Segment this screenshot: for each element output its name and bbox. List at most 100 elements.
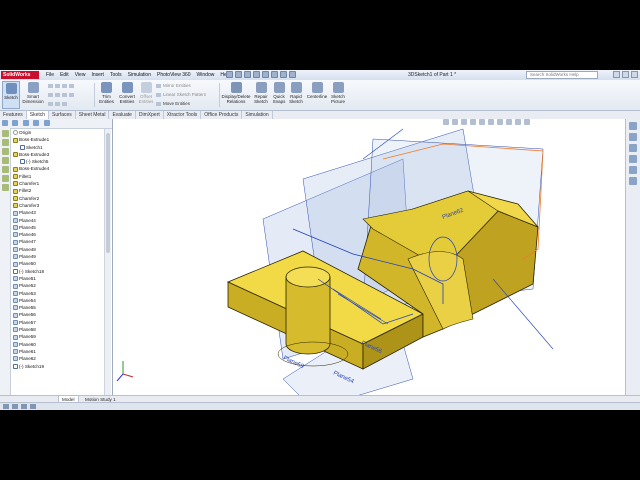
- menu-file[interactable]: File: [46, 70, 54, 80]
- app-logo[interactable]: SolidWorks: [1, 71, 39, 79]
- tree-item[interactable]: (-) Sketch5: [12, 158, 104, 165]
- tree-item[interactable]: Plane62: [12, 355, 104, 362]
- select-icon[interactable]: [271, 71, 278, 78]
- tree-item[interactable]: Boss-Extrude4: [12, 165, 104, 172]
- circle-tool-icon[interactable]: [1, 148, 9, 155]
- edit-appearance-icon[interactable]: [506, 119, 512, 125]
- tree-item[interactable]: Plane53: [12, 290, 104, 297]
- linear-pattern-button[interactable]: Linear Sketch Pattern: [156, 92, 206, 97]
- tree-item[interactable]: Fillet1: [12, 173, 104, 180]
- tree-item[interactable]: Plane49: [12, 253, 104, 260]
- maximize-icon[interactable]: [622, 71, 629, 78]
- tree-item[interactable]: (-) Sketch19: [12, 363, 104, 370]
- graphics-area[interactable]: Plane62 Plane59 Plane54 Plane56: [113, 119, 625, 410]
- appearances-icon[interactable]: [629, 166, 637, 174]
- rectangle-tool-icon[interactable]: [1, 139, 9, 146]
- new-icon[interactable]: [226, 71, 233, 78]
- point-tool-icon[interactable]: [1, 175, 9, 182]
- minimize-icon[interactable]: [613, 71, 620, 78]
- options-icon[interactable]: [289, 71, 296, 78]
- menu-tools[interactable]: Tools: [110, 70, 122, 80]
- move-entities-button[interactable]: Move Entities: [156, 101, 190, 106]
- line-tool-icon[interactable]: [1, 130, 9, 137]
- hide-show-icon[interactable]: [497, 119, 503, 125]
- spline-tool-icon[interactable]: [1, 166, 9, 173]
- tab-features[interactable]: Features: [0, 111, 27, 119]
- tab-evaluate[interactable]: Evaluate: [109, 111, 136, 119]
- view-orientation-icon[interactable]: [479, 119, 485, 125]
- rebuild-icon[interactable]: [280, 71, 287, 78]
- tree-item[interactable]: Plane52: [12, 282, 104, 289]
- tree-item[interactable]: Plane54: [12, 297, 104, 304]
- view-settings-icon[interactable]: [524, 119, 530, 125]
- offset-entities-button[interactable]: Offset Entities: [138, 81, 154, 109]
- section-view-icon[interactable]: [470, 119, 476, 125]
- custom-properties-icon[interactable]: [629, 177, 637, 185]
- tree-item[interactable]: Plane47: [12, 238, 104, 245]
- tree-item[interactable]: Plane55: [12, 304, 104, 311]
- open-icon[interactable]: [235, 71, 242, 78]
- tab-simulation[interactable]: Simulation: [242, 111, 273, 119]
- plane-label[interactable]: Plane59: [282, 355, 305, 370]
- menu-window[interactable]: Window: [197, 70, 215, 80]
- tab-surfaces[interactable]: Surfaces: [49, 111, 76, 119]
- sketch-button[interactable]: Sketch: [2, 81, 20, 109]
- tab-sketch[interactable]: Sketch: [26, 111, 50, 119]
- convert-entities-button[interactable]: Convert Entities: [117, 81, 137, 109]
- tree-item[interactable]: Plane46: [12, 231, 104, 238]
- menu-view[interactable]: View: [75, 70, 86, 80]
- menu-photoview[interactable]: PhotoView 360: [157, 70, 191, 80]
- tree-item[interactable]: Chamfer2: [12, 195, 104, 202]
- search-input[interactable]: Search SolidWorks Help: [526, 71, 598, 79]
- feature-tree-icon[interactable]: [2, 120, 8, 126]
- previous-view-icon[interactable]: [461, 119, 467, 125]
- tree-item[interactable]: Plane59: [12, 333, 104, 340]
- line-tools-row[interactable]: [48, 83, 76, 88]
- zoom-fit-icon[interactable]: [443, 119, 449, 125]
- smart-dimension-button[interactable]: Smart Dimension: [21, 81, 45, 109]
- tree-item[interactable]: (-) Sketch18: [12, 268, 104, 275]
- dimxpert-icon[interactable]: [33, 120, 40, 126]
- design-library-icon[interactable]: [629, 133, 637, 141]
- tree-item[interactable]: Plane44: [12, 217, 104, 224]
- tree-item[interactable]: Chamfer3: [12, 202, 104, 209]
- tab-sheet-metal[interactable]: Sheet Metal: [76, 111, 110, 119]
- tree-item[interactable]: Origin: [12, 129, 104, 136]
- tab-dimxpert[interactable]: DimXpert: [136, 111, 164, 119]
- tab-office-products[interactable]: Office Products: [201, 111, 243, 119]
- display-style-icon[interactable]: [488, 119, 494, 125]
- scene-icon[interactable]: [515, 119, 521, 125]
- display-delete-relations-button[interactable]: Display/Delete Relations: [221, 81, 251, 109]
- tree-item[interactable]: Plane61: [12, 348, 104, 355]
- plane-tool-icon[interactable]: [1, 184, 9, 191]
- rect-tools-row[interactable]: [48, 92, 76, 97]
- resources-icon[interactable]: [629, 122, 637, 130]
- tree-item[interactable]: Boss-Extrude1: [12, 136, 104, 143]
- menu-edit[interactable]: Edit: [60, 70, 69, 80]
- tree-item[interactable]: Plane43: [12, 209, 104, 216]
- display-manager-icon[interactable]: [43, 120, 50, 126]
- rapid-sketch-button[interactable]: Rapid Sketch: [288, 81, 304, 109]
- save-icon[interactable]: [244, 71, 251, 78]
- tree-item[interactable]: Plane48: [12, 246, 104, 253]
- view-palette-icon[interactable]: [629, 155, 637, 163]
- zoom-area-icon[interactable]: [452, 119, 458, 125]
- sketch-picture-button[interactable]: Sketch Picture: [329, 81, 347, 109]
- mirror-entities-button[interactable]: Mirror Entities: [156, 83, 191, 88]
- tree-item[interactable]: Plane45: [12, 224, 104, 231]
- tree-item[interactable]: Chamfer1: [12, 180, 104, 187]
- tree-item[interactable]: Plane51: [12, 275, 104, 282]
- centerline-button[interactable]: Centerline: [306, 81, 328, 109]
- tree-item[interactable]: Plane56: [12, 311, 104, 318]
- model-view[interactable]: Plane62 Plane59 Plane54 Plane56: [113, 119, 625, 410]
- tree-item[interactable]: Plane50: [12, 260, 104, 267]
- tree-item[interactable]: Boss-Extrude3: [12, 151, 104, 158]
- tree-item[interactable]: Sketch1: [12, 144, 104, 151]
- arc-tool-icon[interactable]: [1, 157, 9, 164]
- tab-xtractor-tools[interactable]: Xtractor Tools: [164, 111, 202, 119]
- tree-scrollbar[interactable]: [104, 129, 111, 395]
- tree-item[interactable]: Fillet2: [12, 187, 104, 194]
- menu-simulation[interactable]: Simulation: [128, 70, 151, 80]
- repair-sketch-button[interactable]: Repair Sketch: [253, 81, 269, 109]
- cylinder-top-face[interactable]: [285, 266, 331, 288]
